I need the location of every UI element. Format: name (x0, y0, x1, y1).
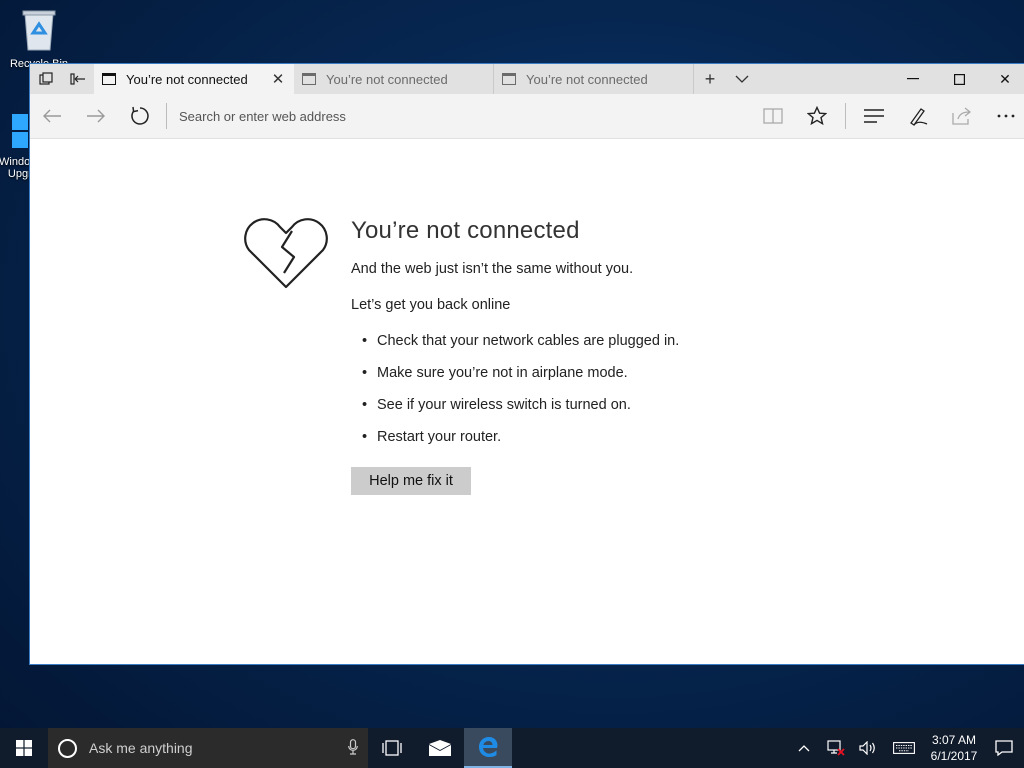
show-hidden-icons-chevron-icon[interactable] (788, 744, 820, 752)
forward-button[interactable] (74, 94, 118, 139)
list-item: See if your wireless switch is turned on… (351, 397, 679, 413)
search-placeholder: Ask me anything (89, 740, 193, 756)
microphone-icon[interactable] (348, 738, 358, 758)
edge-app-button[interactable] (464, 728, 512, 768)
cortana-search-box[interactable]: Ask me anything (48, 728, 368, 768)
edge-logo-icon (479, 737, 498, 757)
notification-icon (995, 740, 1013, 756)
address-bar[interactable] (179, 94, 751, 139)
clock[interactable]: 3:07 AM 6/1/2017 (924, 732, 984, 764)
network-disconnected-icon[interactable] (820, 740, 852, 756)
keyboard-icon[interactable] (884, 742, 924, 754)
mail-icon (429, 740, 451, 756)
toolbar-separator (845, 103, 846, 129)
navigation-bar (30, 94, 1024, 139)
toolbar-right (751, 94, 1024, 139)
tips-list: Check that your network cables are plugg… (351, 333, 679, 445)
broken-heart-icon (244, 217, 328, 294)
page-title: You’re not connected (351, 217, 580, 244)
tabs-aside-icon[interactable] (62, 64, 94, 94)
list-item: Restart your router. (351, 429, 679, 445)
page-subtitle: And the web just isn’t the same without … (351, 261, 634, 277)
address-input[interactable] (179, 108, 751, 124)
volume-icon[interactable] (852, 741, 884, 755)
tab-set-aside-icon[interactable] (30, 64, 62, 94)
window-controls: ✕ (890, 64, 1024, 94)
maximize-button[interactable] (936, 64, 982, 94)
share-icon[interactable] (940, 107, 984, 125)
tab-label: You’re not connected (326, 71, 448, 87)
favorites-star-icon[interactable] (795, 106, 839, 126)
help-me-fix-it-button[interactable]: Help me fix it (351, 467, 471, 495)
reading-view-icon[interactable] (751, 108, 795, 124)
start-button[interactable] (0, 728, 48, 768)
tab-preview-chevron-icon[interactable] (726, 64, 758, 94)
page-subheading: Let’s get you back online (351, 297, 511, 313)
cortana-icon (58, 738, 77, 758)
edge-browser-window: You’re not connected ✕ You’re not connec… (29, 63, 1024, 665)
clock-time: 3:07 AM (931, 733, 977, 747)
close-window-button[interactable]: ✕ (982, 64, 1024, 94)
page-content: You’re not connected And the web just is… (30, 139, 1024, 664)
system-tray: 3:07 AM 6/1/2017 (788, 728, 1024, 768)
page-icon (102, 73, 116, 85)
task-view-icon (382, 740, 402, 756)
list-item: Check that your network cables are plugg… (351, 333, 679, 349)
recycle-bin-desktop-icon[interactable]: Recycle Bin (4, 8, 74, 70)
back-button[interactable] (30, 94, 74, 139)
minimize-button[interactable] (890, 64, 936, 94)
page-icon (502, 73, 516, 85)
clock-date: 6/1/2017 (930, 749, 978, 763)
new-tab-button[interactable]: + (694, 64, 726, 94)
hub-icon[interactable] (852, 109, 896, 123)
tab-3[interactable]: You’re not connected (494, 64, 694, 94)
taskbar: Ask me anything 3:07 AM 6/1/2017 (0, 728, 1024, 768)
recycle-bin-icon (4, 8, 74, 55)
more-options-icon[interactable] (984, 114, 1024, 118)
tab-label: You’re not connected (126, 71, 248, 87)
refresh-button[interactable] (118, 94, 162, 139)
action-center-button[interactable] (984, 740, 1024, 756)
close-tab-icon[interactable]: ✕ (270, 70, 286, 88)
tab-2[interactable]: You’re not connected (294, 64, 494, 94)
error-message: You’re not connected And the web just is… (351, 217, 679, 495)
tab-active[interactable]: You’re not connected ✕ (94, 64, 294, 94)
tab-label: You’re not connected (526, 71, 648, 87)
task-view-button[interactable] (368, 728, 416, 768)
nav-separator (166, 103, 167, 129)
page-icon (302, 73, 316, 85)
mail-app-button[interactable] (416, 728, 464, 768)
web-note-pen-icon[interactable] (896, 106, 940, 126)
list-item: Make sure you’re not in airplane mode. (351, 365, 679, 381)
windows-start-icon (16, 740, 32, 756)
tab-bar: You’re not connected ✕ You’re not connec… (30, 64, 1024, 94)
